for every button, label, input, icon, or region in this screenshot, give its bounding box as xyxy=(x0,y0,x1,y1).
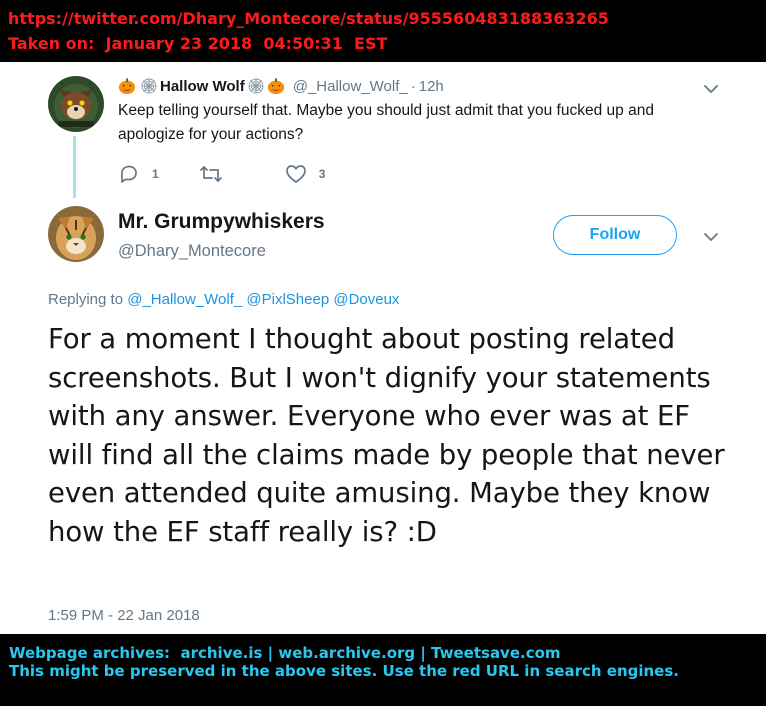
capture-date: Taken on: January 23 2018 04:50:31 EST xyxy=(8,34,388,53)
retweet-action[interactable] xyxy=(199,164,231,184)
archive-links-line: Webpage archives: archive.is | web.archi… xyxy=(9,644,561,662)
follow-button[interactable]: Follow xyxy=(553,215,677,255)
replying-to: Replying to @_Hallow_Wolf_ @PixlSheep @D… xyxy=(48,291,399,308)
parent-avatar[interactable] xyxy=(48,76,104,132)
parent-timestamp[interactable]: 12h xyxy=(419,78,444,95)
parent-handle[interactable]: @_Hallow_Wolf_ xyxy=(293,78,408,95)
parent-tweet-text: Keep telling yourself that. Maybe you sh… xyxy=(118,102,654,143)
archive-footer-banner: Webpage archives: archive.is | web.archi… xyxy=(0,634,766,706)
dot-separator: · xyxy=(410,77,416,95)
parent-tweet-header: Hallow Wolf @_Hallow_Wolf_ · 12h xyxy=(118,74,444,98)
chevron-down-icon[interactable] xyxy=(703,232,719,242)
tweet-timestamp[interactable]: 1:59 PM - 22 Jan 2018 xyxy=(48,607,200,624)
retweet-icon xyxy=(199,166,222,182)
parent-tweet-actions: 1 3 xyxy=(118,162,325,186)
author-handle[interactable]: @Dhary_Montecore xyxy=(118,242,266,261)
tweet-card: Hallow Wolf @_Hallow_Wolf_ · 12h Keep te… xyxy=(0,62,766,634)
spider-web-icon xyxy=(141,78,157,94)
parent-display-name[interactable]: Hallow Wolf xyxy=(118,77,287,95)
tweet-url: https://twitter.com/Dhary_Montecore/stat… xyxy=(8,9,609,28)
spider-web-icon xyxy=(248,78,264,94)
thread-connector-line xyxy=(73,136,76,198)
reply-icon xyxy=(120,165,137,183)
reply-count: 1 xyxy=(152,167,159,181)
mention-link[interactable]: @_Hallow_Wolf_ xyxy=(127,291,242,308)
chevron-down-icon[interactable] xyxy=(703,84,719,94)
mention-link[interactable]: @Doveux xyxy=(333,291,399,308)
author-display-name[interactable]: Mr. Grumpywhiskers xyxy=(118,210,325,234)
like-count: 3 xyxy=(318,167,326,181)
heart-icon xyxy=(285,165,306,183)
like-action[interactable]: 3 xyxy=(285,164,326,184)
archive-header-banner: https://twitter.com/Dhary_Montecore/stat… xyxy=(0,0,766,62)
author-avatar[interactable] xyxy=(48,206,104,262)
main-tweet-text: For a moment I thought about posting rel… xyxy=(48,323,725,548)
archive-note-line: This might be preserved in the above sit… xyxy=(9,662,679,680)
mention-link[interactable]: @PixlSheep xyxy=(246,291,329,308)
reply-action[interactable]: 1 xyxy=(118,164,159,184)
replying-prefix: Replying to xyxy=(48,291,124,308)
parent-name-text: Hallow Wolf xyxy=(160,77,245,95)
jack-o-lantern-icon xyxy=(118,78,136,95)
jack-o-lantern-icon xyxy=(267,78,284,95)
